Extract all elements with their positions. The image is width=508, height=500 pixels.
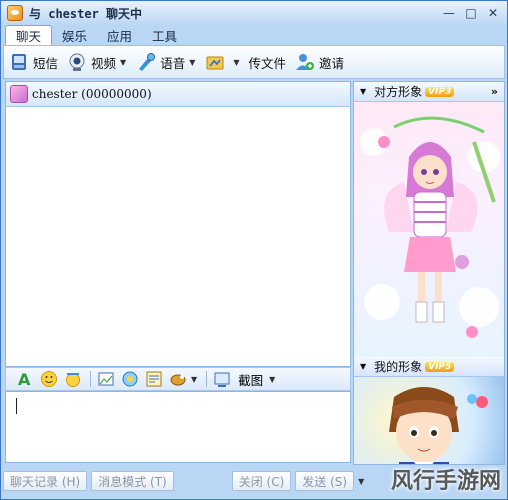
send-file-label-button[interactable]: 传文件: [245, 48, 291, 76]
close-button[interactable]: ✕: [483, 4, 503, 22]
tab-apps[interactable]: 应用: [97, 25, 142, 45]
folder-icon: [204, 51, 226, 73]
window-controls: — □ ✕: [439, 4, 503, 22]
screenshot-icon[interactable]: [211, 369, 233, 389]
my-show-title: 我的形象: [374, 360, 423, 374]
send-file-button[interactable]: [200, 48, 233, 76]
partner-character-illustration: [360, 116, 500, 338]
add-contact-icon: [294, 51, 316, 73]
text-caret: [16, 398, 17, 414]
gift-icon[interactable]: [167, 369, 189, 389]
vip-badge: VIP3: [425, 86, 455, 97]
chat-history-button[interactable]: 聊天记录 (H): [3, 471, 88, 491]
tab-entertainment[interactable]: 娱乐: [52, 25, 97, 45]
main-toolbar: 短信 视频 ▼ 语音 ▼ ▼ 传文件 邀请: [3, 45, 505, 79]
invite-button[interactable]: 邀请: [290, 48, 348, 76]
partner-show-header[interactable]: ▼ 对方形象 VIP3 »: [354, 82, 504, 102]
my-avatar-show[interactable]: [354, 377, 504, 464]
screenshot-label[interactable]: 截图: [238, 370, 263, 389]
send-button[interactable]: 发送 (S): [295, 471, 355, 491]
sms-button[interactable]: 短信: [4, 48, 62, 76]
vip-badge: VIP5: [425, 361, 455, 372]
contact-info-bar: chester (00000000): [6, 82, 350, 107]
expand-icon[interactable]: »: [491, 85, 498, 98]
video-label: 视频: [91, 55, 117, 71]
video-button[interactable]: 视频: [62, 48, 120, 76]
screenshot-dropdown-icon[interactable]: ▼: [269, 375, 275, 384]
maximize-button[interactable]: □: [461, 4, 481, 22]
tab-tools[interactable]: 工具: [142, 25, 187, 45]
send-options-icon[interactable]: ▼: [358, 477, 364, 486]
voice-label: 语音: [160, 55, 186, 71]
microphone-icon: [135, 51, 157, 73]
more-dropdown-icon[interactable]: ▼: [191, 375, 197, 384]
contact-name: chester (00000000): [32, 87, 152, 101]
message-input[interactable]: [5, 391, 351, 463]
partner-show-title: 对方形象: [374, 85, 423, 99]
chat-window: 与 chester 聊天中 — □ ✕ 聊天 娱乐 应用 工具 短信 视频 ▼: [0, 0, 508, 500]
my-show-header[interactable]: ▼ 我的形象 VIP5: [354, 357, 504, 377]
scene-icon[interactable]: [143, 369, 165, 389]
invite-label: 邀请: [319, 55, 345, 71]
window-title: 与 chester 聊天中: [29, 6, 143, 21]
font-icon[interactable]: A: [14, 369, 36, 389]
image-icon[interactable]: [95, 369, 117, 389]
close-chat-button[interactable]: 关闭 (C): [231, 471, 292, 491]
file-dropdown-icon[interactable]: ▼: [233, 58, 239, 67]
message-history[interactable]: chester (00000000): [5, 81, 351, 367]
collapse-icon[interactable]: ▼: [360, 362, 366, 371]
tab-chat[interactable]: 聊天: [5, 25, 53, 45]
collapse-icon[interactable]: ▼: [360, 87, 366, 96]
voice-button[interactable]: 语音: [131, 48, 189, 76]
sms-label: 短信: [33, 55, 59, 71]
message-mode-button[interactable]: 消息模式 (T): [91, 471, 174, 491]
video-dropdown-icon[interactable]: ▼: [120, 58, 126, 67]
svg-text:A: A: [18, 370, 31, 388]
my-character-illustration: [389, 387, 488, 464]
menu-bar: 聊天 娱乐 应用 工具: [5, 25, 505, 45]
qq-app-icon: [7, 5, 23, 21]
camera-icon: [66, 51, 88, 73]
emoji-icon[interactable]: [38, 369, 60, 389]
toolbar-separator: [206, 371, 208, 387]
minimize-button[interactable]: —: [439, 4, 459, 22]
watermark-text: 风行手游网: [390, 469, 501, 494]
partner-avatar-show[interactable]: [354, 102, 504, 357]
input-toolbar: A ▼ 截图 ▼: [5, 367, 351, 391]
send-file-label: 传文件: [248, 55, 287, 71]
title-bar[interactable]: 与 chester 聊天中 — □ ✕: [1, 1, 507, 25]
sms-icon: [8, 51, 30, 73]
magic-emoji-icon[interactable]: [62, 369, 84, 389]
show-panel: ▼ 对方形象 VIP3 » ▼ 我的形象 VIP5: [353, 81, 505, 465]
contact-avatar[interactable]: [10, 85, 28, 103]
toolbar-separator: [90, 371, 91, 387]
nudge-icon[interactable]: [119, 369, 141, 389]
voice-dropdown-icon[interactable]: ▼: [189, 58, 195, 67]
